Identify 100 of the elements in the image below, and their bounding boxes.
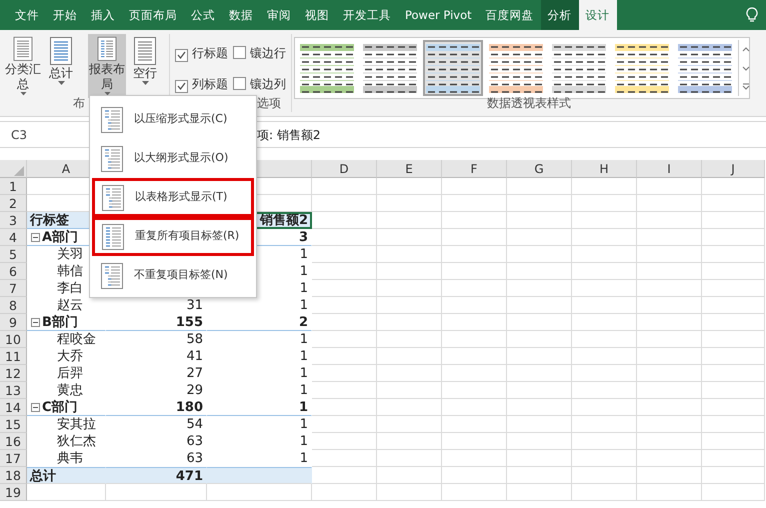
- table-style-thumbnail[interactable]: [423, 40, 483, 96]
- row-header[interactable]: 4: [0, 229, 27, 246]
- row-header[interactable]: 10: [0, 331, 27, 348]
- column-header[interactable]: D: [312, 160, 377, 178]
- ribbon-tab[interactable]: 页面布局: [122, 0, 184, 30]
- column-header[interactable]: I: [637, 160, 702, 178]
- row-header[interactable]: 3: [0, 212, 27, 229]
- menu-item[interactable]: 以压缩形式显示(C): [92, 100, 254, 139]
- ribbon-tab[interactable]: 分析: [540, 0, 579, 30]
- row-header[interactable]: 17: [0, 450, 27, 467]
- grid-cell[interactable]: 大乔: [27, 348, 106, 365]
- column-header[interactable]: H: [572, 160, 637, 178]
- grid-cell[interactable]: 1: [207, 433, 312, 450]
- report-icon: [133, 36, 157, 66]
- report-layout-icon: [101, 184, 125, 212]
- row-header[interactable]: 2: [0, 195, 27, 212]
- ribbon-button[interactable]: 分类汇总: [4, 34, 42, 98]
- column-header[interactable]: G: [507, 160, 572, 178]
- row-header[interactable]: 12: [0, 365, 27, 382]
- cell-text: 赵云: [57, 298, 83, 313]
- ribbon-button[interactable]: 报表布局: [88, 34, 126, 98]
- cell-text: 63: [186, 434, 203, 449]
- ribbon-button[interactable]: 总计: [42, 34, 80, 98]
- grid-cell[interactable]: 54: [106, 416, 207, 433]
- checkbox[interactable]: [233, 77, 246, 90]
- ribbon-tab[interactable]: 审阅: [260, 0, 298, 30]
- report-layout-icon: [100, 262, 124, 290]
- ribbon-tab[interactable]: 设计: [578, 0, 617, 30]
- grid-cell[interactable]: 1: [207, 348, 312, 365]
- grid-cell[interactable]: 总计: [27, 467, 106, 484]
- grid-cell[interactable]: 155: [106, 314, 207, 331]
- cell-text: 后羿: [57, 366, 83, 381]
- ribbon-tab[interactable]: 开发工具: [336, 0, 398, 30]
- collapse-icon[interactable]: [31, 318, 40, 327]
- checkbox[interactable]: [233, 46, 246, 59]
- check-icon: [177, 51, 186, 59]
- row-header[interactable]: 6: [0, 263, 27, 280]
- report-layout-icon: [100, 144, 124, 172]
- cell-text: 58: [186, 332, 203, 347]
- select-all-corner[interactable]: [0, 160, 27, 178]
- row-header[interactable]: 19: [0, 484, 27, 501]
- ribbon-tab[interactable]: 百度网盘: [478, 0, 541, 30]
- cell-text: 行标签: [30, 213, 69, 228]
- row-header[interactable]: 7: [0, 280, 27, 297]
- row-header[interactable]: 15: [0, 416, 27, 433]
- row-header[interactable]: 1: [0, 178, 27, 195]
- grid-cell[interactable]: 58: [106, 331, 207, 348]
- grid-cell[interactable]: 27: [106, 365, 207, 382]
- ribbon-tab[interactable]: 视图: [298, 0, 336, 30]
- collapse-icon[interactable]: [31, 233, 40, 242]
- grid-cell[interactable]: 黄忠: [27, 382, 106, 399]
- row-header[interactable]: 14: [0, 399, 27, 416]
- scroll-down-icon[interactable]: [742, 64, 750, 72]
- ribbon-tab[interactable]: 公式: [184, 0, 222, 30]
- row-header[interactable]: 9: [0, 314, 27, 331]
- grid-cell[interactable]: 29: [106, 382, 207, 399]
- ribbon-tab[interactable]: 数据: [222, 0, 260, 30]
- column-header[interactable]: F: [442, 160, 507, 178]
- grid-cell[interactable]: 1: [207, 416, 312, 433]
- row-header[interactable]: 13: [0, 382, 27, 399]
- column-header[interactable]: J: [702, 160, 765, 178]
- grid-cell[interactable]: 安其拉: [27, 416, 106, 433]
- more-icon[interactable]: [742, 83, 750, 90]
- row-header[interactable]: 8: [0, 297, 27, 314]
- grid-cell[interactable]: 63: [106, 433, 207, 450]
- cell-text: C部门: [42, 400, 78, 415]
- menu-item[interactable]: 以表格形式显示(T): [92, 178, 254, 217]
- row-header[interactable]: 11: [0, 348, 27, 365]
- checkbox[interactable]: [175, 48, 188, 62]
- grid-cell[interactable]: C部门: [27, 399, 106, 416]
- grid-cell[interactable]: 程咬金: [27, 331, 106, 348]
- check-icon: [177, 82, 186, 90]
- ribbon-tab[interactable]: 插入: [84, 0, 122, 30]
- scroll-up-icon[interactable]: [742, 46, 750, 53]
- grid-cell[interactable]: 1: [207, 382, 312, 399]
- cell-text: 63: [186, 451, 203, 466]
- ribbon-tab[interactable]: 文件: [8, 0, 46, 30]
- ribbon-tab[interactable]: 开始: [46, 0, 84, 30]
- row-header[interactable]: 16: [0, 433, 27, 450]
- grid-cell[interactable]: 2: [207, 314, 312, 331]
- grid-cell[interactable]: B部门: [27, 314, 106, 331]
- row-header[interactable]: 18: [0, 467, 27, 484]
- collapse-icon[interactable]: [31, 403, 40, 412]
- checkbox-label: 镶边列: [250, 77, 286, 91]
- grid-cell[interactable]: 1: [207, 365, 312, 382]
- grid-cell[interactable]: 后羿: [27, 365, 106, 382]
- ribbon-tab[interactable]: Power Pivot: [398, 0, 479, 30]
- grid-cell[interactable]: 1: [207, 331, 312, 348]
- column-header[interactable]: E: [377, 160, 442, 178]
- grid-cell[interactable]: 1: [207, 399, 312, 416]
- checkbox[interactable]: [175, 80, 188, 92]
- grid-cell[interactable]: 41: [106, 348, 207, 365]
- cell-text: 1: [300, 281, 308, 296]
- menu-item[interactable]: 重复所有项目标签(R): [92, 217, 254, 256]
- cell-text: 41: [186, 349, 203, 364]
- row-header[interactable]: 5: [0, 246, 27, 263]
- grid-cell[interactable]: 狄仁杰: [27, 433, 106, 450]
- grid-cell[interactable]: 180: [106, 399, 207, 416]
- grid-cell[interactable]: 471: [106, 467, 207, 484]
- cell-text: 180: [176, 400, 203, 415]
